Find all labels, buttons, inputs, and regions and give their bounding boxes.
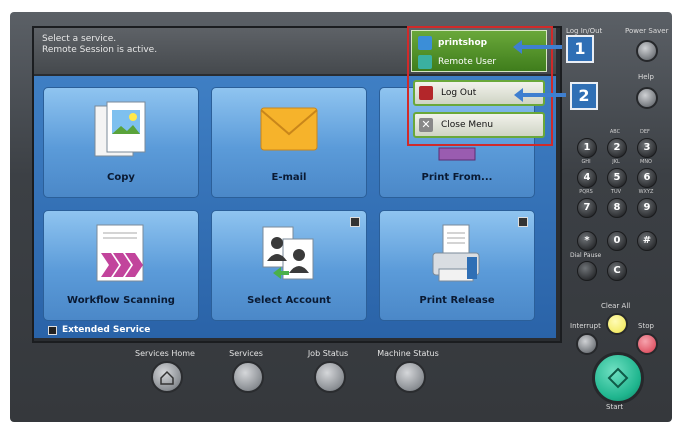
job-status-button[interactable] [314,361,346,393]
interrupt-button[interactable] [576,333,598,355]
clear-all-button[interactable] [606,313,628,335]
extended-service-legend: Extended Service [48,323,150,337]
tile-print-release[interactable]: Print Release [379,210,535,321]
services-home-label: Services Home [135,349,195,358]
key-8[interactable]: 8 [607,198,627,218]
select-account-icon [259,223,319,285]
remote-user-icon [418,55,432,69]
key-5[interactable]: 5 [607,168,627,188]
key-6-letters: MNO [640,159,652,165]
tile-print-release-label: Print Release [419,295,495,306]
help-button[interactable] [636,87,658,109]
user-type-row: Remote User [418,55,496,69]
services-label: Services [229,349,263,358]
services-button[interactable] [232,361,264,393]
key-9[interactable]: 9 [637,198,657,218]
tile-copy-label: Copy [107,172,135,183]
clear-button[interactable]: C [607,261,627,281]
start-label: Start [606,403,624,411]
key-8-letters: TUV [610,189,622,195]
stop-button[interactable] [636,333,658,355]
close-menu-button[interactable]: ✕ Close Menu [413,112,545,138]
key-4[interactable]: 4 [577,168,597,188]
extended-service-icon [48,325,57,335]
close-icon: ✕ [419,118,433,132]
callout-arrow-1 [513,40,562,54]
help-label: Help [638,73,654,81]
callout-arrow-2 [514,88,566,102]
key-7-letters: PQRS [579,189,593,195]
extended-service-marker [350,217,360,227]
login-label: Log In/Out [566,27,603,35]
logout-icon [419,86,433,100]
key-0[interactable]: 0 [607,231,627,251]
extended-service-label: Extended Service [62,325,151,335]
close-menu-label: Close Menu [441,120,494,130]
key-3[interactable]: 3 [637,138,657,158]
tile-workflow-scanning[interactable]: Workflow Scanning [43,210,199,321]
user-name: printshop [438,38,488,48]
tile-print-from-label: Print From... [421,172,493,183]
key-2[interactable]: 2 [607,138,627,158]
machine-status-label: Machine Status [377,349,439,358]
stop-label: Stop [638,322,654,330]
tile-copy[interactable]: Copy [43,87,199,198]
tile-select-account[interactable]: Select Account [211,210,367,321]
key-1[interactable]: 1 [577,138,597,158]
start-button[interactable] [592,352,644,404]
key-6[interactable]: 6 [637,168,657,188]
key-9-letters: WXYZ [638,189,654,195]
interrupt-label: Interrupt [570,322,601,330]
copy-icon [91,100,151,162]
user-type: Remote User [438,57,497,67]
callout-1: 1 [566,35,594,63]
extended-service-marker [518,217,528,227]
workflow-scanning-icon [91,223,151,285]
key-2-letters: ABC [609,129,621,135]
user-row: printshop [418,36,487,50]
clear-all-label: Clear All [601,302,631,310]
key-5-letters: JKL [612,159,620,165]
home-icon [160,370,174,385]
key-4-letters: GHI [581,159,591,165]
power-saver-label: Power Saver [625,27,669,35]
user-icon [418,36,432,50]
print-release-icon [427,223,487,285]
key-3-letters: DEF [640,129,650,135]
power-saver-button[interactable] [636,40,658,62]
services-home-button[interactable] [151,361,183,393]
start-diamond-icon [607,367,629,389]
envelope-icon [259,100,319,162]
dial-pause-label: Dial Pause [570,252,602,259]
key-hash[interactable]: # [637,231,657,251]
dial-pause-button[interactable] [577,261,597,281]
key-7[interactable]: 7 [577,198,597,218]
user-info-block[interactable]: printshop Remote User [411,30,547,72]
job-status-label: Job Status [307,349,349,358]
logout-label: Log Out [441,88,477,98]
tile-workflow-scanning-label: Workflow Scanning [67,295,175,306]
tile-email[interactable]: E-mail [211,87,367,198]
tile-select-account-label: Select Account [247,295,331,306]
callout-2: 2 [570,82,598,110]
key-star[interactable]: * [577,231,597,251]
tile-email-label: E-mail [271,172,307,183]
machine-status-button[interactable] [394,361,426,393]
